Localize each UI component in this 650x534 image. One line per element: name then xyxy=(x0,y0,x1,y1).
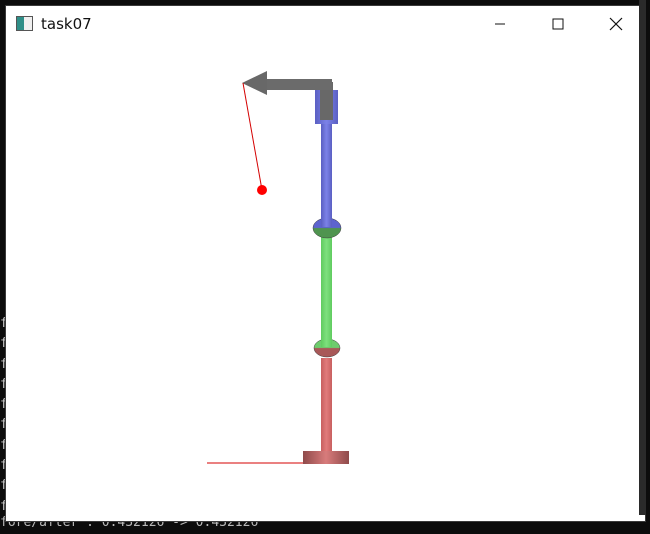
screen: f f f f f f f f f f fore/after : 0.43212… xyxy=(0,0,650,534)
maximize-button[interactable] xyxy=(529,6,587,42)
close-button[interactable] xyxy=(587,6,645,42)
window-title: task07 xyxy=(41,15,92,33)
upper-link xyxy=(321,124,332,227)
end-effector-shaft xyxy=(263,79,332,90)
lower-link xyxy=(321,358,332,451)
app-window: task07 xyxy=(5,5,646,522)
target-point xyxy=(257,185,267,195)
right-background-strip xyxy=(639,0,646,515)
robot-scene xyxy=(207,71,349,464)
end-effector-arrowhead xyxy=(242,71,267,95)
middle-link xyxy=(321,237,332,347)
close-icon xyxy=(609,17,623,31)
viewport-canvas[interactable] xyxy=(6,42,645,521)
app-icon xyxy=(16,16,33,31)
maximize-icon xyxy=(552,18,564,30)
title-bar[interactable]: task07 xyxy=(6,6,645,42)
base-plate xyxy=(303,451,349,464)
target-line xyxy=(242,82,263,191)
minimize-button[interactable] xyxy=(471,6,529,42)
minimize-icon xyxy=(495,23,505,25)
